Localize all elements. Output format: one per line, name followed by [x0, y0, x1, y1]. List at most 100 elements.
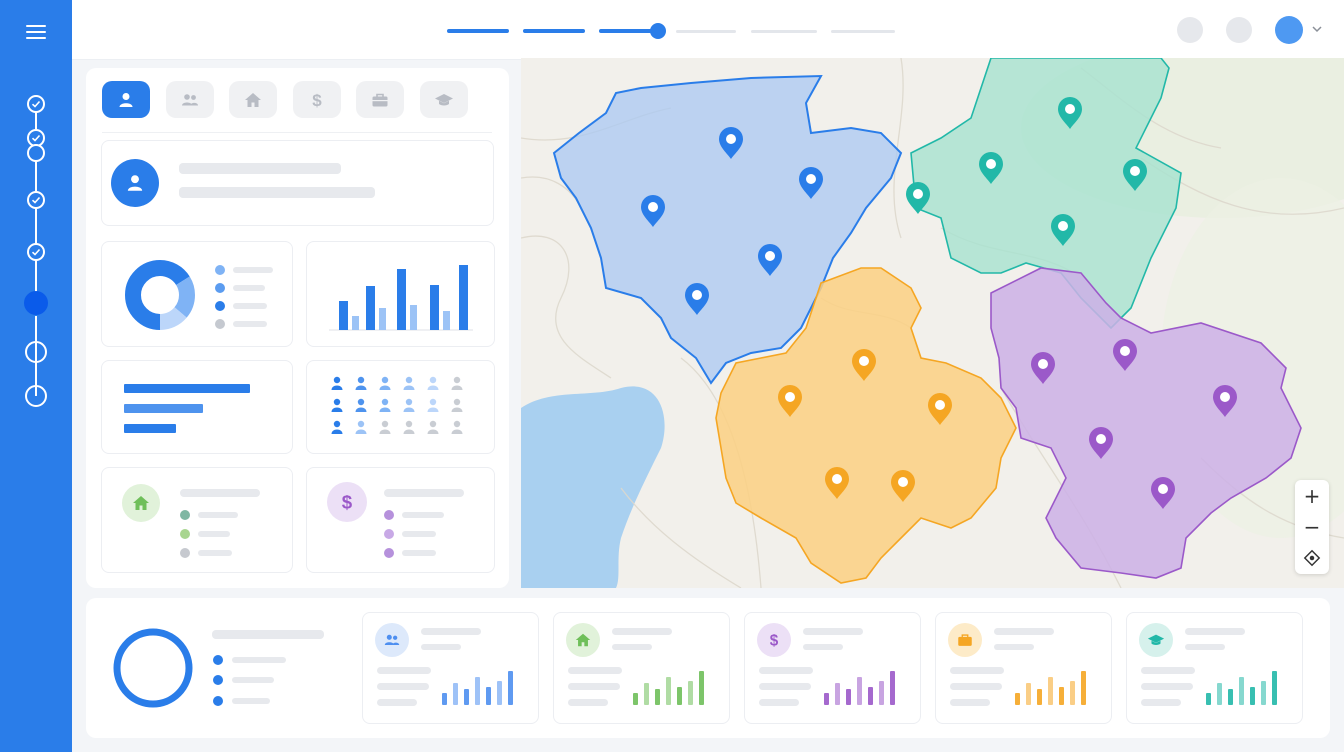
legend-dot: [384, 529, 394, 539]
progress-stepper: [0, 90, 72, 420]
mini-bar: [868, 687, 873, 705]
step-1-done[interactable]: [27, 95, 45, 113]
bar: [352, 316, 359, 330]
kpi-value-placeholder: [759, 683, 811, 690]
bar: [397, 269, 406, 330]
tab-home[interactable]: [229, 81, 277, 118]
tab-briefcase[interactable]: [356, 81, 404, 118]
summary-title-placeholder: [212, 630, 324, 639]
step-4-done[interactable]: [27, 191, 45, 209]
mini-bar: [1228, 689, 1233, 705]
tab-group[interactable]: [166, 81, 214, 118]
bar: [339, 301, 348, 330]
user-avatar[interactable]: [1275, 16, 1303, 44]
person-icon: [379, 376, 391, 390]
legend-dot: [215, 319, 225, 329]
kpi-value-placeholder: [377, 683, 429, 690]
legend-dot: [180, 510, 190, 520]
bar: [459, 265, 468, 330]
step-5-done[interactable]: [27, 243, 45, 261]
mini-bar: [1272, 671, 1277, 705]
person-icon: [403, 376, 415, 390]
dollar-icon: $: [327, 482, 367, 522]
svg-text:$: $: [312, 91, 322, 110]
kpi-card[interactable]: [553, 612, 730, 724]
donut-chart: [125, 260, 195, 330]
mini-bar: [666, 677, 671, 705]
step-7-todo[interactable]: [25, 341, 47, 363]
kpi-card[interactable]: [935, 612, 1112, 724]
mini-bar: [633, 693, 638, 705]
tab-dollar[interactable]: $: [293, 81, 341, 118]
progress-segment: [599, 29, 657, 33]
kpi-value-placeholder: [950, 683, 1002, 690]
person-icon: [379, 420, 391, 434]
dollar-icon: $: [312, 91, 322, 110]
horizontal-bar-card[interactable]: [101, 360, 293, 454]
kpi-subtitle-placeholder: [612, 644, 652, 650]
legend-label-placeholder: [232, 677, 274, 683]
step-8-todo[interactable]: [25, 385, 47, 407]
person-icon: [403, 398, 415, 412]
person-icon: [427, 420, 439, 434]
map-canvas[interactable]: [521, 58, 1344, 588]
kpi-card[interactable]: [1126, 612, 1303, 724]
kpi-card[interactable]: $: [744, 612, 921, 724]
mini-bar: [890, 671, 895, 705]
mini-bar: [699, 671, 704, 705]
step-3-done[interactable]: [27, 144, 45, 162]
region-map[interactable]: + −: [521, 58, 1344, 588]
kpi-subtitle-placeholder: [803, 644, 843, 650]
zoom-out-button[interactable]: −: [1295, 511, 1329, 542]
step-6-active[interactable]: [24, 291, 48, 315]
mini-bar-chart: [442, 665, 522, 705]
svg-text:$: $: [342, 492, 353, 513]
progress-segment: [831, 30, 895, 33]
legend-dot: [213, 696, 223, 706]
kpi-title-placeholder: [612, 628, 672, 635]
legend-dot: [384, 548, 394, 558]
donut-chart-card[interactable]: [101, 241, 293, 347]
person-icon: [331, 376, 343, 390]
kpi-subtitle-placeholder: [1185, 644, 1225, 650]
legend-label-placeholder: [198, 531, 230, 537]
mini-bar: [1261, 681, 1266, 705]
home-summary-card[interactable]: [101, 467, 293, 573]
person-icon: [127, 175, 143, 191]
kpi-value-placeholder: [568, 683, 620, 690]
person-icon: [355, 376, 367, 390]
legend-dot: [384, 510, 394, 520]
menu-icon[interactable]: [24, 22, 48, 42]
horizontal-bar: [124, 404, 203, 413]
finance-summary-card[interactable]: $: [306, 467, 495, 573]
person-icon: [379, 398, 391, 412]
legend-label-placeholder: [402, 531, 436, 537]
legend-label-placeholder: [232, 698, 270, 704]
person-icon: [331, 420, 343, 434]
person-icon: [451, 398, 463, 412]
kpi-value-placeholder: [950, 699, 990, 706]
people-grid-card[interactable]: [306, 360, 495, 454]
settings-icon[interactable]: [1226, 17, 1252, 43]
person-icon: [119, 92, 133, 107]
kpi-card[interactable]: [362, 612, 539, 724]
tab-education[interactable]: [420, 81, 468, 118]
person-icon: [331, 398, 343, 412]
chevron-down-icon[interactable]: [1312, 24, 1322, 34]
tab-person[interactable]: [102, 81, 150, 118]
bar-chart-card[interactable]: [306, 241, 495, 347]
profile-card[interactable]: [101, 140, 494, 226]
locate-button[interactable]: [1295, 542, 1329, 573]
legend-dot: [215, 265, 225, 275]
mini-bar: [1037, 689, 1042, 705]
kpi-value-placeholder: [1141, 667, 1195, 674]
legend-dot: [215, 301, 225, 311]
dollar-icon: $: [757, 623, 791, 657]
mini-bar: [677, 687, 682, 705]
progress-handle[interactable]: [650, 23, 666, 39]
mini-bar: [1026, 683, 1031, 705]
legend-label-placeholder: [402, 512, 444, 518]
briefcase-icon: [372, 93, 388, 106]
notification-icon[interactable]: [1177, 17, 1203, 43]
zoom-in-button[interactable]: +: [1295, 480, 1329, 511]
